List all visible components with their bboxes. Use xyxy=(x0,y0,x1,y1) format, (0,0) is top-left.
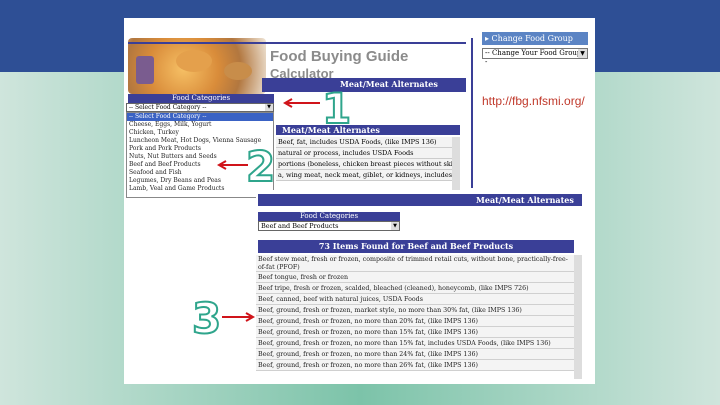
list-item[interactable]: Beef, ground, fresh or frozen, no more t… xyxy=(256,360,574,371)
dropdown-option[interactable]: Chicken, Turkey xyxy=(127,129,273,137)
chevron-down-icon[interactable]: ▼ xyxy=(265,104,273,111)
list-item[interactable]: Beef, ground, fresh or frozen, no more t… xyxy=(256,338,574,349)
arrow-left-icon xyxy=(216,160,248,170)
list-item[interactable]: Beef, canned, beef with natural juices, … xyxy=(256,294,574,305)
step-number-2: 2 xyxy=(245,142,276,191)
results-category-bar: Meat/Meat Alternates xyxy=(258,194,582,206)
list-item[interactable]: a, wing meat, neck meat, giblet, or kidn… xyxy=(276,170,460,181)
sidebar-divider xyxy=(471,38,473,188)
chevron-down-icon[interactable]: ▼ xyxy=(578,49,587,58)
arrow-left-icon xyxy=(282,98,320,108)
bread-graphic xyxy=(176,50,212,72)
results-food-category-select[interactable]: Beef and Beef Products ▼ xyxy=(258,221,400,231)
step-number-3: 3 xyxy=(191,294,222,343)
list-item[interactable]: Beef, ground, fresh or frozen, market st… xyxy=(256,305,574,316)
results-category-label: Meat/Meat Alternates xyxy=(476,195,574,205)
list-item[interactable]: Beef tripe, fresh or frozen, scalded, bl… xyxy=(256,283,574,294)
site-url: http://fbg.nfsmi.org/ xyxy=(482,94,585,108)
results-food-categories-header: Food Categories xyxy=(258,212,400,221)
list-item[interactable]: portions (boneless, chicken breast piece… xyxy=(276,159,460,170)
change-food-group-select[interactable]: -- Change Your Food Group -- ▼ xyxy=(482,48,588,66)
list-item[interactable]: Beef stew meat, fresh or frozen, composi… xyxy=(256,255,574,272)
change-food-group-link[interactable]: ▸ Change Food Group xyxy=(482,32,588,45)
list-item[interactable]: Beef, ground, fresh or frozen, no more t… xyxy=(256,327,574,338)
list-item[interactable]: natural or process, includes USDA Foods xyxy=(276,148,460,159)
food-categories-header: Food Categories xyxy=(128,94,274,103)
dropdown-option[interactable]: Cheese, Eggs, Milk, Yogurt xyxy=(127,121,273,129)
jar-graphic xyxy=(136,56,154,84)
list-item[interactable]: Beef tongue, fresh or frozen xyxy=(256,272,574,283)
meat-alternates-header: Meat/Meat Alternates xyxy=(276,125,460,135)
list-item[interactable]: Beef, fat, includes USDA Foods, (like IM… xyxy=(276,137,460,148)
food-category-select[interactable]: -- Select Food Category -- ▼ xyxy=(126,103,274,112)
scrollbar[interactable] xyxy=(574,255,582,379)
list-item[interactable]: Beef, ground, fresh or frozen, no more t… xyxy=(256,316,574,327)
food-category-value: -- Select Food Category -- xyxy=(129,104,207,111)
app-title: Food Buying Guide xyxy=(270,48,409,65)
dropdown-option[interactable]: -- Select Food Category -- xyxy=(127,113,273,121)
meat-alternates-list: Beef, fat, includes USDA Foods, (like IM… xyxy=(276,137,460,195)
step-number-1: 1 xyxy=(321,84,352,133)
food-banner-image xyxy=(128,38,266,94)
scrollbar[interactable] xyxy=(452,137,460,195)
header-rule xyxy=(128,42,466,44)
results-food-category-value: Beef and Beef Products xyxy=(261,222,339,230)
chevron-down-icon[interactable]: ▼ xyxy=(391,222,399,230)
nut-graphic xyxy=(224,62,252,80)
category-bar-label: Meat/Meat Alternates xyxy=(340,79,438,89)
category-bar: Meat/Meat Alternates xyxy=(262,78,466,92)
results-count-title: 73 Items Found for Beef and Beef Product… xyxy=(258,240,574,253)
list-item[interactable]: Beef, ground, fresh or frozen, no more t… xyxy=(256,349,574,360)
results-list: Beef stew meat, fresh or frozen, composi… xyxy=(256,255,574,379)
arrow-right-icon xyxy=(222,312,256,322)
